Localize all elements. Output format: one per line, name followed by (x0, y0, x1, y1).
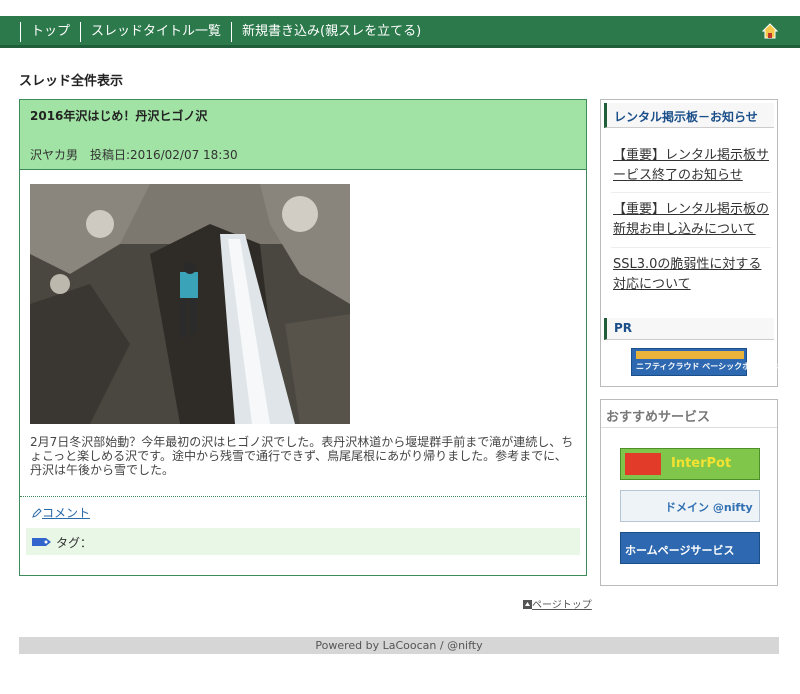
pencil-icon (32, 508, 42, 518)
thread-meta: 沢ヤカ男 投稿日:2016/02/07 18:30 (30, 148, 238, 162)
nav-menu: トップ スレッドタイトル一覧 新規書き込み(親スレを立てる) (20, 22, 431, 42)
nav-top-link[interactable]: トップ (20, 22, 80, 42)
divider (20, 496, 586, 497)
recommend-panel: おすすめサービス InterPot ドメイン @nifty ホームページサービス (600, 399, 778, 586)
comment-link[interactable]: コメント (32, 504, 90, 521)
notice-title: レンタル掲示板－お知らせ (614, 110, 758, 124)
thread-header: 2016年沢はじめ！丹沢ヒゴノ沢 沢ヤカ男 投稿日:2016/02/07 18:… (20, 100, 586, 170)
top-nav-bar: トップ スレッドタイトル一覧 新規書き込み(親スレを立てる) (0, 16, 800, 48)
divider (611, 192, 771, 193)
domain-text: ドメイン @nifty (665, 501, 753, 514)
pr-title: PR (614, 321, 633, 335)
nav-new-post-link[interactable]: 新規書き込み(親スレを立てる) (231, 22, 431, 42)
pr-header: PR (604, 318, 774, 340)
tag-icon (32, 538, 51, 546)
notice-item[interactable]: SSL3.0の脆弱性に対する対応について (613, 255, 771, 295)
pr-banner[interactable]: ニフティクラウド ベーシックホスティング (631, 348, 790, 376)
powered-by: Powered by LaCoocan / @nifty (315, 639, 483, 652)
page-title: スレッド全件表示 (19, 74, 124, 89)
recommend-header: おすすめサービス (601, 400, 777, 428)
interpot-text: InterPot (671, 456, 732, 471)
arrow-up-icon (523, 600, 532, 609)
comment-label: コメント (42, 506, 91, 520)
tag-area: タグ： (26, 528, 580, 555)
tag-label: タグ： (56, 536, 93, 550)
banner-stripe (636, 351, 744, 359)
page-top-label: ページトップ (532, 600, 592, 611)
notice-item[interactable]: 【重要】レンタル掲示板の新規お申し込みについて (613, 200, 771, 240)
banner-badge (625, 453, 661, 475)
homepage-text: ホームページサービス (625, 544, 735, 557)
notice-item[interactable]: 【重要】レンタル掲示板サービス終了のお知らせ (613, 146, 771, 186)
home-icon[interactable] (762, 23, 778, 39)
notice-header: レンタル掲示板－お知らせ (604, 103, 774, 128)
homepage-banner[interactable]: ホームページサービス (620, 532, 760, 564)
divider (611, 247, 771, 248)
post-body: 2月7日冬沢部始動？今年最初の沢はヒゴノ沢でした。表丹沢林道から堰堤群手前まで滝… (30, 435, 574, 477)
pr-banner-text: ニフティクラウド ベーシックホスティング (636, 362, 790, 371)
post-photo (30, 184, 350, 424)
thread-title: 2016年沢はじめ！丹沢ヒゴノ沢 (30, 109, 208, 123)
notice-panel: レンタル掲示板－お知らせ 【重要】レンタル掲示板サービス終了のお知らせ 【重要】… (600, 99, 790, 387)
recommend-title: おすすめサービス (606, 410, 711, 425)
nav-thread-list-link[interactable]: スレッドタイトル一覧 (80, 22, 231, 42)
page-top-link[interactable]: ページトップ (523, 596, 592, 611)
domain-banner[interactable]: ドメイン @nifty (620, 490, 760, 522)
footer: Powered by LaCoocan / @nifty (19, 637, 779, 654)
interpot-banner[interactable]: InterPot (620, 448, 760, 480)
thread-post: 2016年沢はじめ！丹沢ヒゴノ沢 沢ヤカ男 投稿日:2016/02/07 18:… (19, 99, 587, 576)
